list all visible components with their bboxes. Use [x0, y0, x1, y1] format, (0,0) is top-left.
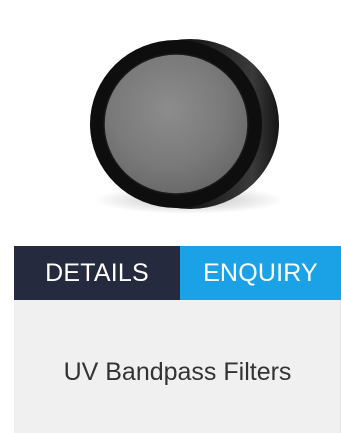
product-card: DETAILS ENQUIRY UV Bandpass Filters	[14, 0, 341, 433]
product-image[interactable]	[14, 0, 341, 246]
details-button[interactable]: DETAILS	[14, 246, 180, 300]
product-title[interactable]: UV Bandpass Filters	[14, 358, 341, 387]
enquiry-button[interactable]: ENQUIRY	[180, 246, 341, 300]
circular-filter-icon	[90, 39, 284, 214]
action-bar: DETAILS ENQUIRY	[14, 246, 341, 300]
details-button-label: DETAILS	[45, 258, 149, 287]
enquiry-button-label: ENQUIRY	[203, 258, 318, 287]
